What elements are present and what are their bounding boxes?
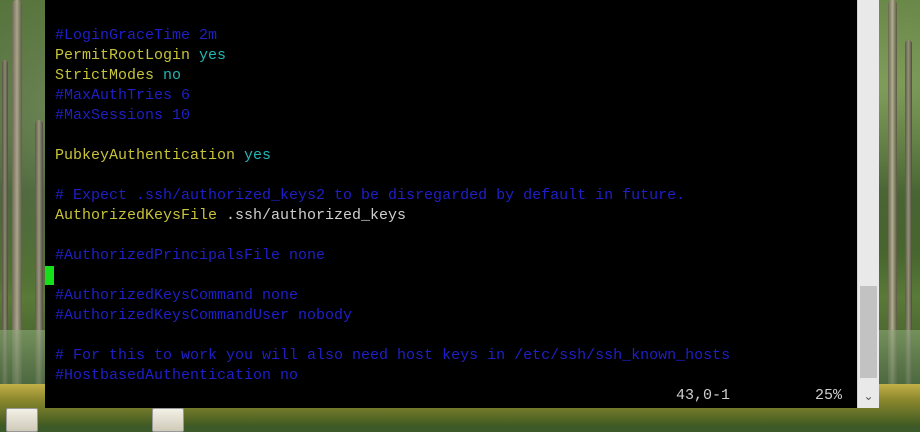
editor-token: .ssh/authorized_keys [217, 207, 407, 224]
editor-token: #MaxAuthTries 6 [55, 87, 191, 104]
editor-line: PubkeyAuthentication yes [55, 146, 271, 166]
editor-line: #LoginGraceTime 2m [55, 26, 217, 46]
vertical-scrollbar[interactable]: ⌄ [857, 0, 879, 408]
editor-token: #AuthorizedKeysCommandUser nobody [55, 307, 353, 324]
editor-token: PubkeyAuthentication [55, 147, 236, 164]
editor-token [154, 67, 163, 84]
editor-token: AuthorizedKeysFile [55, 207, 218, 224]
editor-token: PermitRootLogin [55, 47, 191, 64]
editor-line: StrictModes no [55, 66, 181, 86]
editor-token: # Expect .ssh/authorized_keys2 to be dis… [55, 187, 686, 204]
desktop-file-icon[interactable] [6, 408, 38, 432]
editor-line: AuthorizedKeysFile .ssh/authorized_keys [55, 206, 406, 226]
editor-line: # For this to work you will also need ho… [55, 346, 730, 366]
editor-token: yes [244, 147, 272, 164]
editor-token: #AuthorizedPrincipalsFile none [55, 247, 326, 264]
editor-line: # Expect .ssh/authorized_keys2 to be dis… [55, 186, 685, 206]
editor-token [235, 147, 244, 164]
editor-token [190, 47, 199, 64]
vim-editor-buffer[interactable]: #LoginGraceTime 2m PermitRootLogin yes Str… [55, 0, 855, 388]
editor-line: PermitRootLogin yes [55, 46, 226, 66]
editor-token: #AuthorizedKeysCommand none [55, 287, 299, 304]
editor-line: #MaxSessions 10 [55, 106, 190, 126]
editor-line: #AuthorizedPrincipalsFile none [55, 246, 325, 266]
editor-line: #MaxAuthTries 6 [55, 86, 190, 106]
editor-token: # For this to work you will also need ho… [55, 347, 731, 364]
editor-token: no [163, 67, 182, 84]
cursor-position-indicator: 43,0-1 [676, 387, 731, 404]
text-cursor [45, 266, 54, 285]
terminal-window[interactable]: #LoginGraceTime 2m PermitRootLogin yes Str… [45, 0, 879, 408]
editor-token: #MaxSessions 10 [55, 107, 191, 124]
editor-line: #HostbasedAuthentication no [55, 366, 298, 386]
editor-token: #LoginGraceTime 2m [55, 27, 218, 44]
editor-token: StrictModes [55, 67, 155, 84]
desktop-file-icon[interactable] [152, 408, 184, 432]
editor-token: yes [199, 47, 227, 64]
editor-line: #AuthorizedKeysCommand none [55, 286, 298, 306]
scroll-down-arrow-icon[interactable]: ⌄ [858, 386, 879, 406]
scrollbar-thumb[interactable] [860, 286, 877, 378]
scroll-percent-indicator: 25% [815, 387, 843, 404]
editor-line: #AuthorizedKeysCommandUser nobody [55, 306, 352, 326]
editor-token: #HostbasedAuthentication no [55, 367, 299, 384]
